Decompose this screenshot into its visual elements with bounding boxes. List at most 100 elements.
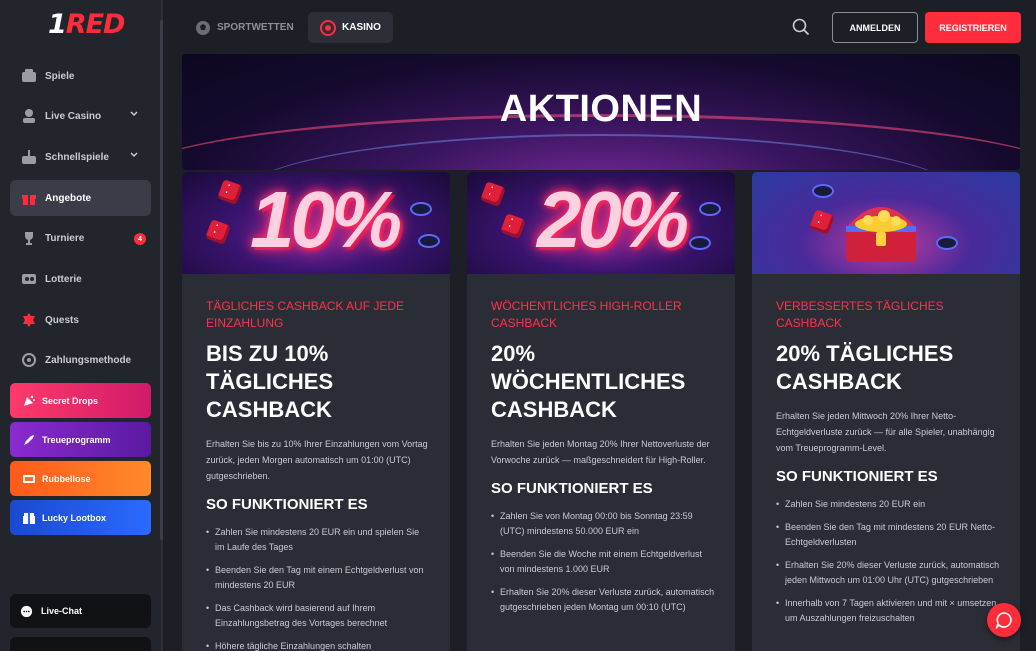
- dice-icon: [500, 213, 526, 239]
- promo-description: Erhalten Sie bis zu 10% Ihrer Einzahlung…: [206, 439, 428, 481]
- sidebar-item-live-casino[interactable]: Live Casino: [10, 98, 151, 134]
- sidebar-scrollbar[interactable]: [160, 20, 163, 540]
- rocket-icon: [20, 433, 38, 447]
- sidebar-item-label: Quests: [45, 314, 79, 326]
- treasure-chest-icon: [846, 207, 916, 262]
- sidebar-item-label: Spiele: [45, 70, 75, 82]
- list-item: Beenden Sie den Tag mit einem Echtgeldve…: [206, 563, 431, 593]
- steps-list: Zahlen Sie mindestens 20 EUR ein Beenden…: [776, 497, 1001, 626]
- promo-heading: BIS ZU 10% TÄGLICHES CASHBACK: [206, 341, 334, 422]
- casino-chip-icon: [699, 202, 721, 216]
- lottery-icon: [20, 270, 38, 288]
- promo-rubbellose[interactable]: Rubbellose: [10, 461, 151, 496]
- notification-badge: 4: [134, 233, 146, 245]
- promo-heading: 20% WÖCHENTLICHES CASHBACK: [491, 341, 686, 422]
- casino-chip-icon: [812, 184, 834, 198]
- tab-kasino[interactable]: KASINO: [308, 12, 393, 43]
- promo-subtitle: TÄGLICHES CASHBACK AUF JEDE EINZAHLUNG: [206, 299, 405, 330]
- list-item: Zahlen Sie mindestens 20 EUR ein: [776, 497, 1001, 512]
- list-item: Erhalten Sie 20% dieser Verluste zurück,…: [776, 558, 1001, 588]
- live-casino-icon: [20, 107, 38, 125]
- steps-list: Zahlen Sie mindestens 20 EUR ein und spi…: [206, 525, 431, 651]
- promo-label: Lucky Lootbox: [42, 512, 107, 523]
- quests-icon: [20, 311, 38, 329]
- scratch-card-icon: [20, 472, 38, 486]
- confetti-icon: [20, 394, 38, 408]
- soccer-ball-icon: [195, 20, 211, 36]
- sidebar: 1RED Spiele Live Casino Schnellspiele An…: [0, 0, 163, 651]
- sidebar-item-label: Turniere: [45, 232, 85, 244]
- list-item: Beenden Sie den Tag mit mindestens 20 EU…: [776, 520, 1001, 550]
- steps-list: Zahlen Sie von Montag 00:00 bis Sonntag …: [491, 509, 716, 615]
- sidebar-item-lotterie[interactable]: Lotterie: [10, 261, 151, 297]
- tab-label: SPORTWETTEN: [217, 22, 294, 33]
- list-item: Erhalten Sie 20% dieser Verluste zurück,…: [491, 585, 716, 615]
- sidebar-bottom-button[interactable]: [10, 637, 151, 651]
- list-item: Innerhalb von 7 Tagen aktivieren und mit…: [776, 596, 1001, 626]
- brand-logo[interactable]: 1RED: [48, 9, 125, 40]
- dice-icon: [809, 209, 835, 235]
- list-item: Beenden Sie die Woche mit einem Echtgeld…: [491, 547, 716, 577]
- promo-card-body: WÖCHENTLICHES HIGH-ROLLER CASHBACK 20% W…: [491, 298, 716, 623]
- casino-chip-icon: [689, 236, 711, 250]
- chevron-down-icon[interactable]: [129, 109, 139, 122]
- promo-card-1[interactable]: 10% TÄGLICHES CASHBACK AUF JEDE EINZAHLU…: [182, 172, 450, 651]
- chevron-down-icon[interactable]: [129, 150, 139, 163]
- promo-label: Secret Drops: [42, 395, 99, 406]
- promo-subtitle: VERBESSERTES TÄGLICHES CASHBACK: [776, 299, 944, 330]
- promo-label: Treueprogramm: [42, 434, 111, 445]
- promo-lucky-lootbox[interactable]: Lucky Lootbox: [10, 500, 151, 535]
- promo-card-2[interactable]: 20% WÖCHENTLICHES HIGH-ROLLER CASHBACK 2…: [467, 172, 735, 651]
- sidebar-item-label: Zahlungsmethode: [45, 354, 132, 366]
- promo-subtitle: WÖCHENTLICHES HIGH-ROLLER CASHBACK: [491, 299, 682, 330]
- games-icon: [20, 67, 38, 85]
- sidebar-item-angebote[interactable]: Angebote: [10, 180, 151, 216]
- trophy-icon: [20, 229, 38, 247]
- live-chat-label: Live-Chat: [41, 606, 83, 616]
- hero-banner: AKTIONEN: [182, 54, 1020, 170]
- payment-icon: [20, 351, 38, 369]
- tab-sportwetten[interactable]: SPORTWETTEN: [183, 12, 306, 43]
- promo-image-treasure-chest: [752, 172, 1020, 274]
- page-title: AKTIONEN: [499, 88, 703, 130]
- promo-secret-drops[interactable]: Secret Drops: [10, 383, 151, 418]
- chat-icon: [20, 605, 33, 618]
- topbar: SPORTWETTEN KASINO ANMELDEN REGISTRIEREN: [163, 0, 1036, 53]
- login-button[interactable]: ANMELDEN: [832, 12, 918, 43]
- gift-icon: [20, 189, 38, 207]
- promo-heading: 20% TÄGLICHES CASHBACK: [776, 341, 954, 394]
- promo-image-text: 10%: [250, 175, 402, 264]
- casino-chip-icon: [410, 202, 432, 216]
- promo-description: Erhalten Sie jeden Mittwoch 20% Ihrer Ne…: [776, 411, 995, 453]
- sidebar-item-label: Schnellspiele: [45, 151, 109, 163]
- register-button[interactable]: REGISTRIEREN: [925, 12, 1021, 43]
- dice-icon: [217, 179, 243, 205]
- sidebar-item-schnellspiele[interactable]: Schnellspiele: [10, 139, 151, 175]
- how-it-works-title: SO FUNKTIONIERT ES: [491, 480, 653, 497]
- chat-fab-button[interactable]: [987, 603, 1021, 637]
- live-chat-button[interactable]: Live-Chat: [10, 594, 151, 628]
- sidebar-item-quests[interactable]: Quests: [10, 302, 151, 338]
- sidebar-item-label: Live Casino: [45, 110, 102, 122]
- promo-image-20-percent: 20%: [467, 172, 735, 274]
- promo-card-body: VERBESSERTES TÄGLICHES CASHBACK 20% TÄGL…: [776, 298, 1001, 634]
- sidebar-item-spiele[interactable]: Spiele: [10, 58, 151, 94]
- quick-games-icon: [20, 148, 38, 166]
- list-item: Höhere tägliche Einzahlungen schalten: [206, 639, 431, 651]
- casino-chip-icon: [936, 236, 958, 250]
- sidebar-item-zahlungsmethode[interactable]: Zahlungsmethode: [10, 342, 151, 378]
- lootbox-icon: [20, 511, 38, 525]
- chat-bubble-icon: [995, 611, 1013, 629]
- sidebar-item-turniere[interactable]: Turniere: [10, 220, 151, 256]
- promo-card-3[interactable]: VERBESSERTES TÄGLICHES CASHBACK 20% TÄGL…: [752, 172, 1020, 651]
- how-it-works-title: SO FUNKTIONIERT ES: [776, 468, 938, 485]
- how-it-works-title: SO FUNKTIONIERT ES: [206, 496, 368, 513]
- casino-chip-icon: [320, 19, 336, 36]
- search-icon[interactable]: [792, 18, 810, 41]
- promo-label: Rubbellose: [42, 473, 91, 484]
- list-item: Zahlen Sie mindestens 20 EUR ein und spi…: [206, 525, 431, 555]
- tab-label: KASINO: [342, 22, 381, 33]
- promo-treueprogramm[interactable]: Treueprogramm: [10, 422, 151, 457]
- dice-icon: [480, 181, 506, 207]
- sidebar-item-label: Angebote: [45, 192, 92, 204]
